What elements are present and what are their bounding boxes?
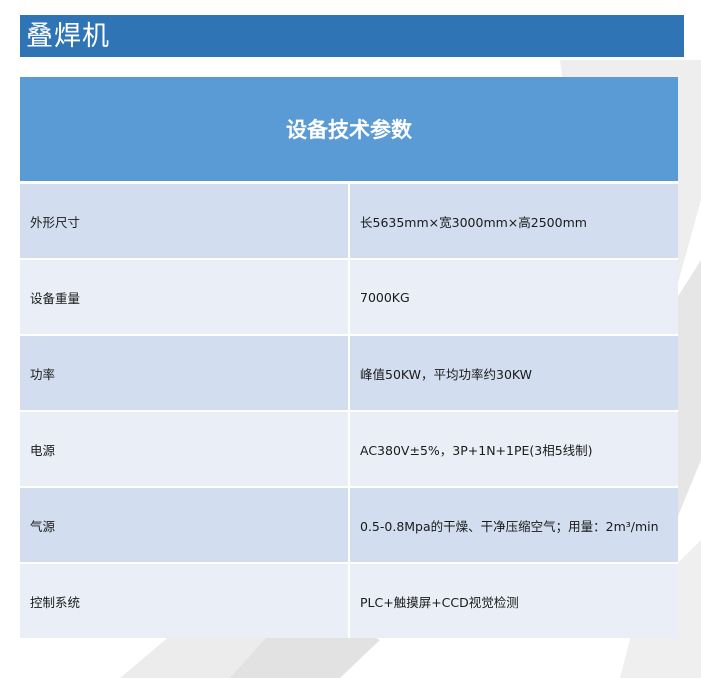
table-row: 功率 峰值50KW，平均功率约30KW [20, 335, 678, 412]
row-value: 7000KG [349, 259, 678, 336]
row-label: 外形尺寸 [20, 182, 350, 260]
row-label: 气源 [20, 487, 350, 564]
row-label: 设备重量 [20, 259, 350, 336]
table-row: 外形尺寸 长5635mm×宽3000mm×高2500mm [20, 182, 678, 260]
table-row: 设备重量 7000KG [20, 259, 678, 336]
spec-table: 设备技术参数 外形尺寸 长5635mm×宽3000mm×高2500mm 设备重量… [20, 77, 678, 638]
table-row: 控制系统 PLC+触摸屏+CCD视觉检测 [20, 563, 678, 638]
row-value: 峰值50KW，平均功率约30KW [349, 335, 678, 412]
table-row: 电源 AC380V±5%，3P+1N+1PE(3相5线制) [20, 411, 678, 488]
row-value: 0.5-0.8Mpa的干燥、干净压缩空气；用量：2m³/min [349, 487, 678, 564]
row-value: AC380V±5%，3P+1N+1PE(3相5线制) [349, 411, 678, 488]
row-label: 控制系统 [20, 563, 350, 638]
table-header-row: 设备技术参数 [20, 77, 678, 184]
row-value: PLC+触摸屏+CCD视觉检测 [349, 563, 678, 638]
table-row: 气源 0.5-0.8Mpa的干燥、干净压缩空气；用量：2m³/min [20, 487, 678, 564]
page-title: 叠焊机 [26, 20, 110, 52]
table-header: 设备技术参数 [20, 77, 678, 184]
row-value: 长5635mm×宽3000mm×高2500mm [349, 182, 678, 260]
title-bar: 叠焊机 [20, 15, 684, 57]
row-label: 功率 [20, 335, 350, 412]
row-label: 电源 [20, 411, 350, 488]
